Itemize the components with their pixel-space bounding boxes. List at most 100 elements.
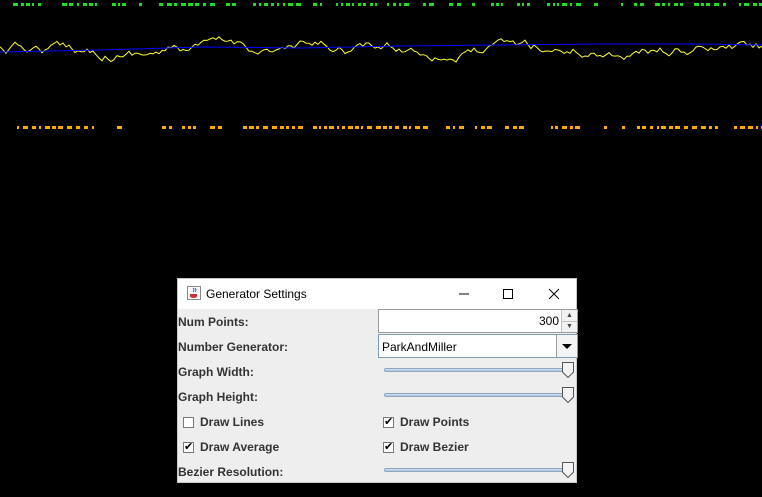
point-mark xyxy=(472,3,475,6)
point-mark xyxy=(423,126,428,129)
point-mark xyxy=(706,3,710,6)
point-mark xyxy=(352,3,354,6)
graph-height-slider[interactable] xyxy=(384,387,574,403)
point-mark xyxy=(355,126,359,129)
point-mark xyxy=(399,3,401,6)
point-mark xyxy=(547,3,550,6)
point-mark xyxy=(383,126,387,129)
maximize-icon xyxy=(503,289,513,299)
point-mark xyxy=(243,126,247,129)
point-mark xyxy=(701,3,704,6)
point-mark xyxy=(621,3,623,6)
point-mark xyxy=(58,126,63,129)
point-mark xyxy=(336,3,338,6)
graph-width-label: Graph Width: xyxy=(178,365,254,379)
point-mark xyxy=(576,3,581,6)
checkbox-box[interactable] xyxy=(183,417,194,428)
point-mark xyxy=(77,3,79,6)
point-mark xyxy=(174,3,177,6)
point-mark xyxy=(139,3,142,6)
point-mark xyxy=(162,126,166,129)
point-mark xyxy=(404,3,409,6)
slider-thumb[interactable] xyxy=(562,462,574,478)
number-generator-select[interactable]: ParkAndMiller xyxy=(378,334,578,358)
point-mark xyxy=(409,126,411,129)
point-mark xyxy=(669,126,673,129)
point-mark xyxy=(634,3,637,6)
point-mark xyxy=(67,126,72,129)
point-mark xyxy=(21,3,24,6)
point-mark xyxy=(655,3,660,6)
checkbox-box[interactable]: ✔ xyxy=(183,441,194,453)
point-mark xyxy=(296,3,301,6)
draw-lines-label: Draw Lines xyxy=(200,415,265,429)
num-points-value[interactable]: 300 xyxy=(539,314,559,328)
checkbox-box[interactable]: ✔ xyxy=(383,416,394,428)
point-mark xyxy=(313,3,317,6)
point-mark xyxy=(389,126,392,129)
close-button[interactable] xyxy=(531,279,577,309)
point-mark xyxy=(575,126,580,129)
point-mark xyxy=(329,126,334,129)
point-mark xyxy=(457,3,461,6)
point-mark xyxy=(570,3,572,6)
point-mark xyxy=(475,126,477,129)
number-generator-label: Number Generator: xyxy=(178,340,289,354)
point-mark xyxy=(662,3,665,6)
slider-thumb[interactable] xyxy=(562,362,574,378)
point-mark xyxy=(358,3,361,6)
close-icon xyxy=(548,288,560,300)
checkbox-box[interactable]: ✔ xyxy=(383,441,394,453)
point-mark xyxy=(277,3,279,6)
graph-width-slider[interactable] xyxy=(384,362,574,378)
point-mark xyxy=(637,126,640,129)
check-icon: ✔ xyxy=(384,416,394,428)
minimize-button[interactable] xyxy=(441,279,487,309)
point-mark xyxy=(286,126,289,129)
point-mark xyxy=(118,3,120,6)
point-mark xyxy=(38,3,41,6)
point-mark xyxy=(570,126,573,129)
point-mark xyxy=(76,126,80,129)
point-mark xyxy=(226,3,230,6)
point-mark xyxy=(52,126,56,129)
num-points-spinner[interactable]: 300 ▲ ▼ xyxy=(378,309,578,333)
point-mark xyxy=(363,3,366,6)
point-mark xyxy=(446,126,450,129)
title-bar[interactable]: Generator Settings xyxy=(178,279,576,309)
point-mark xyxy=(271,3,274,6)
point-mark xyxy=(193,126,196,129)
bezier-resolution-slider[interactable] xyxy=(384,462,574,478)
maximize-button[interactable] xyxy=(485,279,531,309)
point-mark xyxy=(714,3,719,6)
generator-settings-dialog: Generator Settings Num Points: 300 ▲ ▼ N… xyxy=(177,278,578,483)
point-mark xyxy=(723,3,726,6)
point-mark xyxy=(210,126,215,129)
point-mark xyxy=(342,126,345,129)
average-line xyxy=(0,43,762,53)
point-mark xyxy=(449,3,453,6)
graph-height-label: Graph Height: xyxy=(178,390,258,404)
point-mark xyxy=(527,3,530,6)
dropdown-button[interactable] xyxy=(556,335,577,357)
point-mark xyxy=(39,126,41,129)
point-mark xyxy=(341,3,343,6)
spinner-down-button[interactable]: ▼ xyxy=(562,321,577,332)
point-mark xyxy=(169,126,172,129)
point-mark xyxy=(319,126,321,129)
point-mark xyxy=(375,3,377,6)
point-mark xyxy=(701,126,706,129)
point-mark xyxy=(487,126,492,129)
point-mark xyxy=(675,126,680,129)
point-mark xyxy=(640,3,644,6)
point-mark xyxy=(298,126,303,129)
point-mark xyxy=(83,3,87,6)
slider-thumb[interactable] xyxy=(562,387,574,403)
point-mark xyxy=(288,3,293,6)
point-mark xyxy=(684,126,688,129)
number-generator-value: ParkAndMiller xyxy=(382,340,457,354)
point-mark xyxy=(562,126,567,129)
point-mark xyxy=(555,126,558,129)
point-mark xyxy=(553,3,555,6)
point-mark xyxy=(95,3,97,6)
